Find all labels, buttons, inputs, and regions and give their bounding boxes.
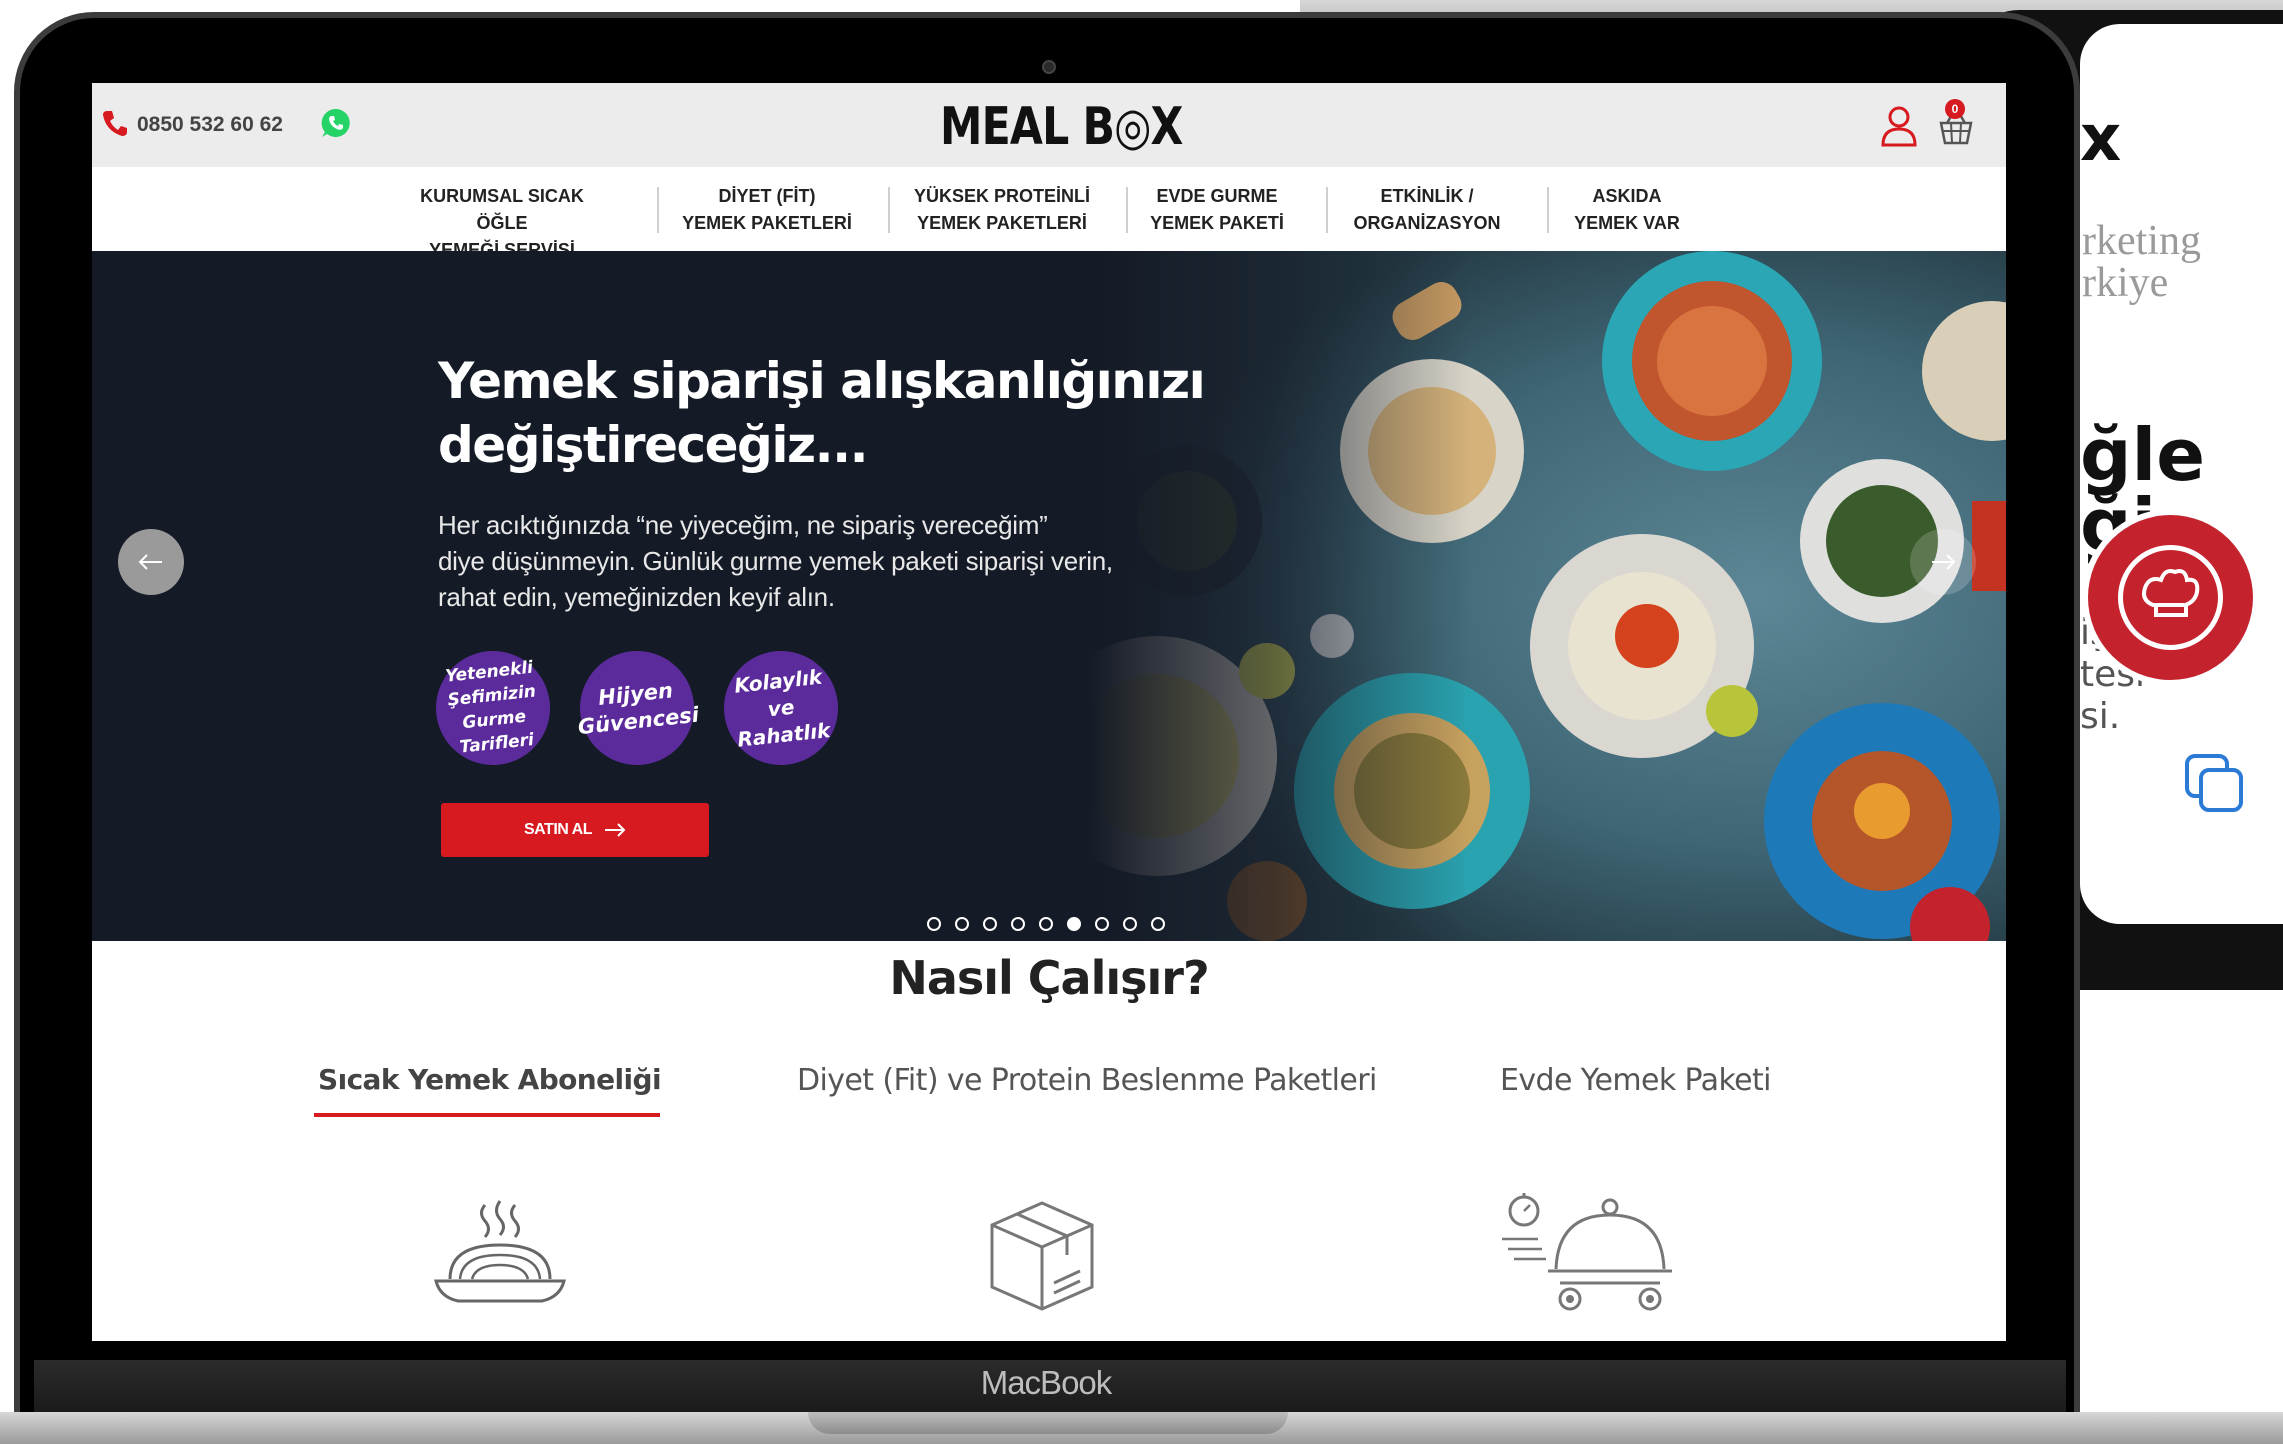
laptop-screen: 0850 532 60 62 MEAL B◎X 0 KURUMSAL SICAK… xyxy=(92,83,2006,1341)
nav-divider xyxy=(1126,187,1128,233)
phone-icon[interactable] xyxy=(102,109,128,137)
laptop-brand-label: MacBook xyxy=(980,1364,1113,1401)
section-title: Nasıl Çalışır? xyxy=(889,951,1209,1005)
nav-item-label: YÜKSEK PROTEİNLİ xyxy=(913,186,1091,206)
hero-description-line: Her acıktığınızda “ne yiyeceğim, ne sipa… xyxy=(438,510,1048,540)
badge-text: Hijyen Güvencesi xyxy=(574,675,700,741)
slider-dot[interactable] xyxy=(927,917,941,931)
badge-text: Kolaylık ve Rahatlık xyxy=(720,662,842,754)
hot-noodles-icon xyxy=(434,1200,566,1303)
phone-marketing-line: rketing xyxy=(2082,218,2201,264)
logo-text: MEAL B◎X xyxy=(940,97,1183,157)
nav-divider xyxy=(657,187,659,233)
food-delivery-cloche-icon xyxy=(1502,1193,1672,1311)
slider-dots xyxy=(927,917,1165,931)
phone-body-line: si. xyxy=(2080,696,2121,737)
slider-dot[interactable] xyxy=(1095,917,1109,931)
arrow-left-icon xyxy=(138,554,162,570)
chef-chat-icon[interactable] xyxy=(2088,515,2253,680)
nav-item-events[interactable]: ETKİNLİK / ORGANİZASYON xyxy=(1342,183,1512,237)
chef-hat-icon xyxy=(2142,569,2200,617)
nav-item-label: YEMEK PAKETİ xyxy=(1150,213,1284,233)
nav-item-label: ASKIDA xyxy=(1592,186,1662,206)
slider-dot[interactable] xyxy=(1151,917,1165,931)
hero-description-line: diye düşünmeyin. Günlük gurme yemek pake… xyxy=(438,546,1113,576)
phone-number[interactable]: 0850 532 60 62 xyxy=(137,113,283,137)
badge-text: Yetenekli Şefimizin Gurme Tarifleri xyxy=(444,656,542,761)
nav-item-label: YEMEK PAKETLERİ xyxy=(682,213,852,233)
site-logo[interactable]: MEAL B◎X xyxy=(940,97,1183,157)
user-icon[interactable] xyxy=(1880,105,1918,147)
hero-description-line: rahat edin, yemeğinizden keyif alın. xyxy=(438,582,835,612)
camera-icon xyxy=(1042,60,1056,74)
buy-button-label: SATIN AL xyxy=(524,821,593,838)
whatsapp-icon[interactable] xyxy=(320,107,352,139)
slider-prev-button[interactable] xyxy=(118,529,184,595)
nav-item-protein-packages[interactable]: YÜKSEK PROTEİNLİ YEMEK PAKETLERİ xyxy=(907,183,1097,237)
slider-dot[interactable] xyxy=(1011,917,1025,931)
nav-divider xyxy=(1326,187,1328,233)
nav-item-label: DİYET (FİT) xyxy=(718,186,816,206)
hero-slider: Yemek siparişi alışkanlığınızı değiştire… xyxy=(92,251,2006,941)
top-bar: 0850 532 60 62 MEAL B◎X 0 xyxy=(92,83,2006,167)
nav-item-label: ORGANİZASYON xyxy=(1353,213,1501,233)
nav-item-label: ETKİNLİK / xyxy=(1380,186,1474,206)
nav-item-label: YEMEK VAR xyxy=(1574,213,1680,233)
tab-hot-meal-subscription[interactable]: Sıcak Yemek Aboneliği xyxy=(318,1063,662,1096)
active-tab-indicator xyxy=(314,1113,660,1117)
cart-count-badge: 0 xyxy=(1945,99,1965,119)
phone-marketing-text: rketing rkiye xyxy=(2082,220,2282,304)
buy-button[interactable]: SATIN AL xyxy=(441,803,709,857)
hero-description: Her acıktığınızda “ne yiyeceğim, ne sipa… xyxy=(438,507,1318,615)
nav-divider xyxy=(888,187,890,233)
nav-item-suspended-meal[interactable]: ASKIDA YEMEK VAR xyxy=(1562,183,1692,237)
nav-item-gourmet-home[interactable]: EVDE GURME YEMEK PAKETİ xyxy=(1142,183,1292,237)
stage: x rketing rkiye ğle ği iş tesi si. MacBo… xyxy=(0,0,2283,1444)
main-nav: KURUMSAL SICAK ÖĞLE YEMEĞİ SERVİSİ DİYET… xyxy=(92,167,2006,260)
nav-divider xyxy=(1547,187,1549,233)
nav-item-diet-packages[interactable]: DİYET (FİT) YEMEK PAKETLERİ xyxy=(677,183,857,237)
tab-diet-protein-packages[interactable]: Diyet (Fit) ve Protein Beslenme Paketler… xyxy=(797,1063,1377,1098)
slider-dot[interactable] xyxy=(1039,917,1053,931)
package-box-icon xyxy=(990,1201,1094,1311)
phone-heading-line: ğle xyxy=(2080,413,2206,497)
nav-item-label: YEMEK PAKETLERİ xyxy=(917,213,1087,233)
slider-next-button[interactable] xyxy=(1910,529,1976,595)
hero-title-line: Yemek siparişi alışkanlığınızı xyxy=(438,352,1206,410)
slider-dot[interactable] xyxy=(955,917,969,931)
laptop-notch xyxy=(808,1412,1288,1434)
tab-home-meal-package[interactable]: Evde Yemek Paketi xyxy=(1500,1063,1772,1098)
nav-item-label: EVDE GURME xyxy=(1156,186,1278,206)
phone-logo-fragment: x xyxy=(2080,102,2122,176)
phone-marketing-line: rkiye xyxy=(2082,260,2169,306)
hero-title-line: değiştireceğiz... xyxy=(438,416,869,474)
slider-dot[interactable] xyxy=(1067,917,1081,931)
hero-title: Yemek siparişi alışkanlığınızı değiştire… xyxy=(438,349,1298,477)
copy-icon[interactable] xyxy=(2183,752,2247,816)
arrow-right-icon xyxy=(605,823,626,837)
arrow-right-icon xyxy=(1932,554,1956,570)
nav-item-label: KURUMSAL SICAK ÖĞLE xyxy=(420,186,584,233)
chef-chat-icon-ring xyxy=(2118,545,2223,650)
slider-dot[interactable] xyxy=(1123,917,1137,931)
slider-dot[interactable] xyxy=(983,917,997,931)
